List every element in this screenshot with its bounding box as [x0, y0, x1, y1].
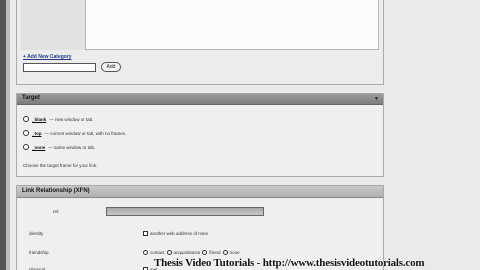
xfn-panel-header[interactable]: Link Relationship (XFN): [17, 186, 383, 198]
target-option-top[interactable]: _top — current window or tab, with no fr…: [23, 129, 126, 137]
new-category-input[interactable]: [23, 63, 96, 72]
radio-icon[interactable]: [143, 250, 148, 255]
xfn-panel-title: Link Relationship (XFN): [22, 188, 90, 194]
add-category-button[interactable]: Add: [101, 62, 121, 72]
target-desc: — same window or tab.: [48, 144, 96, 150]
rel-input[interactable]: [106, 207, 264, 216]
target-desc: — new window or tab.: [49, 116, 94, 122]
category-tabs: [21, 0, 85, 50]
xfn-option-label: none: [229, 250, 240, 255]
xfn-rel-row: rel:: [17, 207, 383, 217]
target-panel-header[interactable]: Target ▼: [17, 94, 383, 105]
target-option-blank[interactable]: _blank — new window or tab.: [23, 115, 94, 123]
target-desc: — current window or tab, with no frames.: [44, 130, 127, 136]
editor-canvas: + Add New Category Add Target ▼ _blank —…: [10, 0, 480, 270]
xfn-row-label: friendship: [29, 250, 49, 255]
categories-panel: + Add New Category Add: [16, 0, 384, 85]
target-code: _blank: [32, 116, 47, 122]
target-panel: Target ▼ _blank — new window or tab. _to…: [16, 93, 384, 177]
target-option-none[interactable]: _none — same window or tab.: [23, 143, 95, 151]
target-code: _none: [32, 144, 46, 150]
xfn-options: another web address of mine: [143, 231, 208, 236]
xfn-option-label: friend: [209, 250, 221, 255]
target-note: Choose the target frame for your link.: [23, 163, 98, 168]
xfn-identity-row: identity another web address of mine: [17, 229, 383, 239]
xfn-options: contact acquaintance friend none: [143, 250, 240, 255]
xfn-option-label: another web address of mine: [150, 231, 209, 236]
radio-icon[interactable]: [23, 130, 29, 136]
rel-label: rel:: [53, 209, 60, 214]
xfn-option-label: contact: [150, 250, 165, 255]
radio-icon[interactable]: [202, 250, 208, 255]
target-panel-title: Target: [22, 95, 40, 101]
target-code: _top: [32, 130, 42, 136]
category-checklist[interactable]: [85, 0, 379, 50]
radio-icon[interactable]: [222, 250, 228, 255]
radio-icon[interactable]: [23, 144, 29, 150]
add-new-category-link[interactable]: + Add New Category: [23, 54, 72, 60]
radio-icon[interactable]: [166, 250, 172, 255]
xfn-row-label: identity: [29, 231, 44, 236]
radio-icon[interactable]: [23, 116, 29, 122]
xfn-option-label: acquaintance: [173, 250, 201, 255]
watermark-text: Thesis Video Tutorials - http://www.thes…: [154, 257, 425, 269]
checkbox-icon[interactable]: [143, 231, 148, 236]
collapse-arrow-icon[interactable]: ▼: [374, 96, 379, 102]
